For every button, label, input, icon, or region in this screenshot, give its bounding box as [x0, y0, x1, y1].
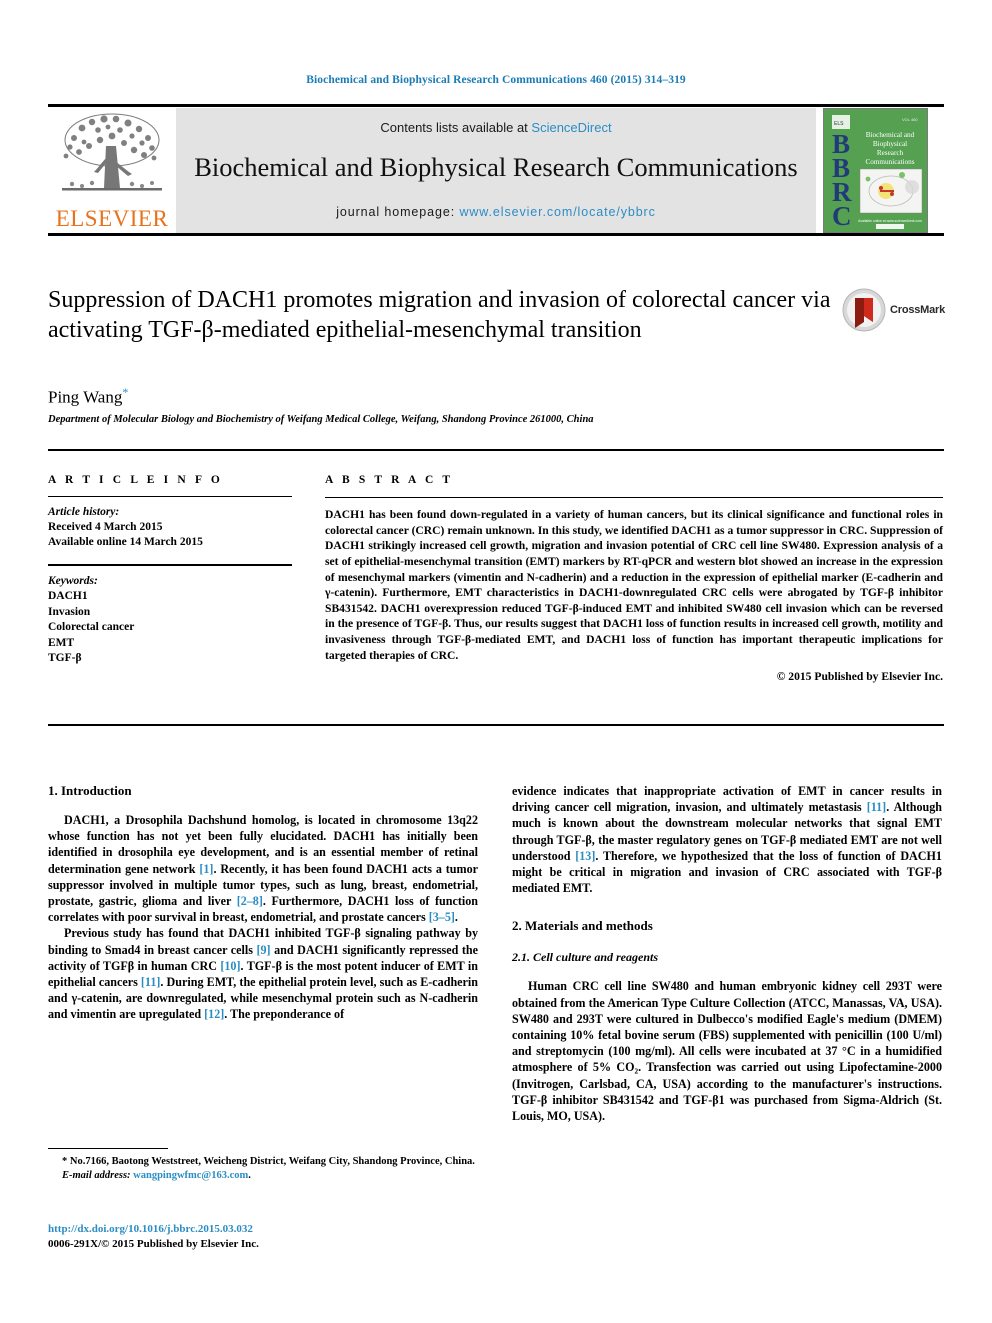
contents-available-line: Contents lists available at ScienceDirec… [176, 120, 816, 135]
article-page: Biochemical and Biophysical Research Com… [0, 0, 992, 1323]
affiliation: Department of Molecular Biology and Bioc… [48, 414, 594, 425]
journal-title: Biochemical and Biophysical Research Com… [194, 152, 798, 182]
citation-ref[interactable]: [11] [141, 975, 160, 989]
keyword-item: EMT [48, 636, 75, 649]
doi-block: http://dx.doi.org/10.1016/j.bbrc.2015.03… [48, 1222, 478, 1252]
elsevier-logo: ELSEVIER [48, 108, 176, 233]
svg-text:Research: Research [877, 149, 904, 157]
keyword-item: Colorectal cancer [48, 621, 135, 634]
email-suffix: . [248, 1170, 251, 1181]
homepage-prefix: journal homepage: [336, 205, 460, 219]
intro-paragraph-2: Previous study has found that DACH1 inhi… [48, 925, 478, 1022]
masthead-center-band: Contents lists available at ScienceDirec… [176, 108, 816, 233]
elsevier-tree-icon [62, 113, 162, 191]
body-right-column: evidence indicates that inappropriate ac… [512, 783, 942, 1124]
article-info-column: A R T I C L E I N F O Article history: R… [48, 474, 292, 667]
citation-ref[interactable]: [1] [199, 862, 213, 876]
abstract-divider [325, 497, 943, 499]
journal-homepage-line: journal homepage: www.elsevier.com/locat… [176, 205, 816, 219]
journal-masthead: ELSEVIER Contents lists available at Sci… [48, 104, 944, 236]
email-label: E-mail address: [62, 1170, 134, 1181]
svg-text:Communications: Communications [865, 158, 914, 166]
article-info-divider [48, 496, 292, 498]
abstract-column: A B S T R A C T DACH1 has been found dow… [325, 474, 943, 683]
citation-ref[interactable]: [10] [220, 959, 240, 973]
text-run: . [454, 910, 458, 925]
crossmark-label: CrossMark [890, 304, 946, 316]
journal-homepage-link[interactable]: www.elsevier.com/locate/ybbrc [459, 205, 655, 219]
crossmark-badge[interactable]: CrossMark [842, 288, 946, 340]
abstract-band-bottom-rule [48, 724, 944, 726]
section-heading-introduction: 1. Introduction [48, 783, 132, 798]
article-received-date: Received 4 March 2015 [48, 521, 163, 534]
citation-ref[interactable]: [11] [867, 800, 886, 814]
corresponding-author-note: * No.7166, Baotong Weststreet, Weicheng … [48, 1155, 478, 1183]
corresponding-address-line: * No.7166, Baotong Weststreet, Weicheng … [48, 1155, 478, 1169]
subsection-heading-cell-culture: 2.1. Cell culture and reagents [512, 950, 659, 965]
email-line: E-mail address: wangpingwfmc@163.com. [48, 1169, 478, 1183]
journal-cover-artwork: ELS VOL 460 B B R C Biochemical and Biop… [824, 109, 927, 232]
keyword-item: TGF-β [48, 652, 82, 665]
citation-ref[interactable]: [2–8] [237, 894, 263, 908]
elsevier-wordmark: ELSEVIER [55, 206, 169, 231]
article-history-label: Article history: [48, 506, 120, 519]
journal-cover-thumbnail: ELS VOL 460 B B R C Biochemical and Biop… [823, 108, 928, 233]
text-run: . The preponderance of [224, 1007, 345, 1022]
svg-text:VOL 460: VOL 460 [902, 117, 918, 122]
intro-paragraph-continued: evidence indicates that inappropriate ac… [512, 783, 942, 896]
page-title: Suppression of DACH1 promotes migration … [48, 287, 831, 343]
citation-ref[interactable]: [13] [575, 849, 595, 863]
citation-ref[interactable]: [9] [256, 943, 270, 957]
abstract-heading: A B S T R A C T [325, 474, 454, 486]
svg-text:C: C [832, 201, 852, 231]
issn-copyright-line: 0006-291X/© 2015 Published by Elsevier I… [48, 1238, 259, 1250]
doi-link[interactable]: http://dx.doi.org/10.1016/j.bbrc.2015.03… [48, 1222, 478, 1237]
title-block: Suppression of DACH1 promotes migration … [48, 285, 838, 345]
body-left-column: 1. Introduction DACH1, a Drosophila Dach… [48, 783, 478, 1023]
abstract-text: DACH1 has been found down-regulated in a… [325, 508, 943, 662]
email-link[interactable]: wangpingwfmc@163.com [133, 1170, 248, 1181]
contents-prefix: Contents lists available at [380, 120, 532, 135]
citation-ref[interactable]: [12] [204, 1007, 224, 1021]
keywords-label: Keywords: [48, 575, 98, 588]
masthead-top-rule [48, 104, 944, 107]
masthead-bottom-rule [48, 233, 944, 236]
methods-paragraph-1: Human CRC cell line SW480 and human embr… [512, 979, 942, 1124]
keyword-item: Invasion [48, 605, 91, 618]
keyword-item: DACH1 [48, 590, 88, 603]
svg-text:ELS: ELS [834, 121, 844, 127]
author-footnote-marker[interactable]: * [122, 385, 128, 399]
running-head: Biochemical and Biophysical Research Com… [306, 74, 686, 86]
svg-text:Available online at www.scienc: Available online at www.sciencedirect.co… [858, 219, 922, 223]
sciencedirect-link[interactable]: ScienceDirect [531, 120, 611, 135]
keywords-divider [48, 564, 292, 567]
svg-text:Biophysical: Biophysical [873, 140, 907, 148]
section-heading-materials-methods: 2. Materials and methods [512, 918, 653, 934]
corresponding-address-text: No.7166, Baotong Weststreet, Weicheng Di… [67, 1156, 475, 1167]
author-name: Ping Wang [48, 387, 123, 407]
abstract-copyright: © 2015 Published by Elsevier Inc. [776, 670, 943, 684]
svg-text:Biochemical and: Biochemical and [866, 131, 915, 139]
author-line: Ping Wang* [48, 385, 128, 408]
article-info-heading: A R T I C L E I N F O [48, 474, 223, 486]
footnote-divider [48, 1148, 168, 1150]
crossmark-icon [842, 288, 886, 332]
citation-ref[interactable]: [3–5] [429, 910, 455, 924]
article-online-date: Available online 14 March 2015 [48, 536, 203, 549]
abstract-band-top-rule [48, 449, 944, 451]
intro-paragraph-1: DACH1, a Drosophila Dachshund homolog, i… [48, 812, 478, 925]
